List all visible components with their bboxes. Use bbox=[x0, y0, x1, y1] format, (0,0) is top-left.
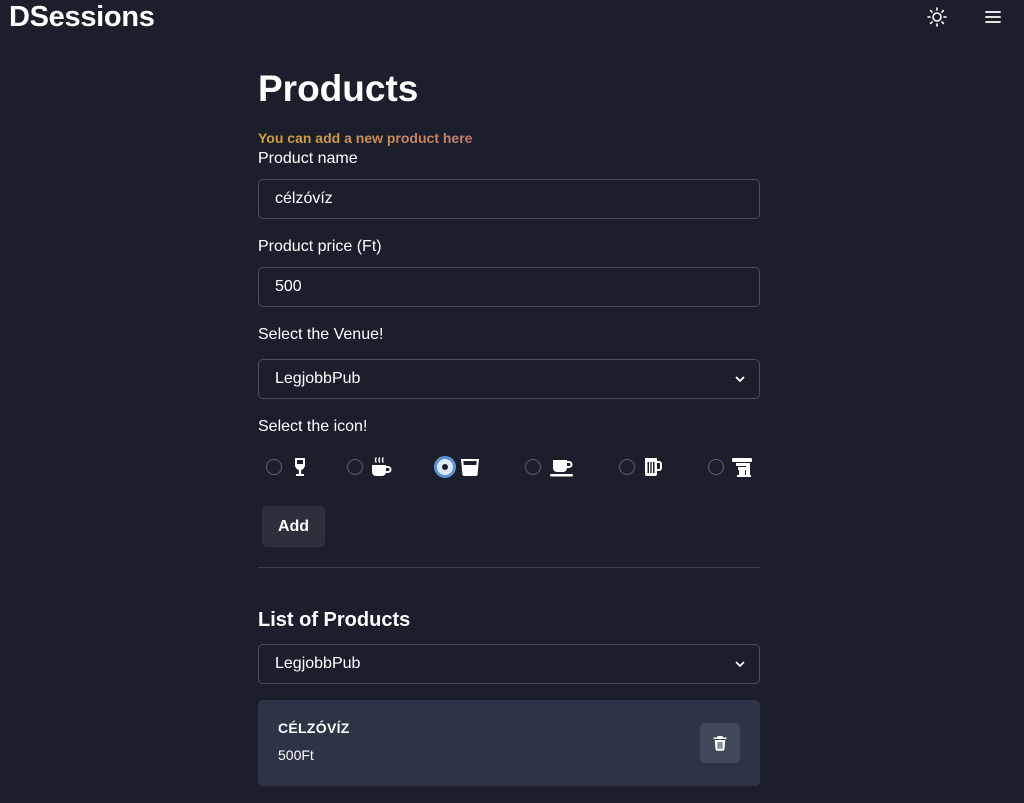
product-price-label: Product price (Ft) bbox=[258, 238, 382, 255]
page-subtitle: You can add a new product here bbox=[258, 130, 473, 146]
add-product-button[interactable]: Add bbox=[262, 506, 325, 547]
product-card-name: célzóvíz bbox=[278, 720, 350, 736]
radio-button[interactable] bbox=[347, 459, 363, 475]
icon-option-wine-glass[interactable] bbox=[266, 452, 306, 482]
product-price-input[interactable] bbox=[258, 267, 760, 307]
icon-radio-group bbox=[258, 452, 760, 482]
hot-mug-icon bbox=[372, 457, 392, 476]
venue-select-value: LegjobbPub bbox=[275, 370, 361, 387]
icon-select-label: Select the icon! bbox=[258, 418, 368, 435]
shot-glass-icon bbox=[461, 459, 479, 476]
radio-button[interactable] bbox=[266, 459, 282, 475]
icon-option-beer-mug[interactable] bbox=[619, 452, 667, 482]
product-card-price: 500Ft bbox=[278, 747, 314, 763]
icon-option-coffee-cup[interactable] bbox=[525, 452, 579, 482]
venue-filter-value: LegjobbPub bbox=[275, 655, 361, 672]
hamburger-menu-icon[interactable] bbox=[982, 6, 1004, 28]
page-title: Products bbox=[258, 68, 419, 109]
top-bar: DSessions bbox=[0, 0, 1024, 34]
beer-mug-icon bbox=[645, 458, 662, 476]
radio-button[interactable] bbox=[525, 459, 541, 475]
section-divider bbox=[258, 567, 760, 568]
espresso-machine-icon bbox=[732, 458, 752, 477]
icon-option-shot-glass[interactable] bbox=[434, 452, 484, 482]
coffee-cup-saucer-icon bbox=[550, 460, 573, 477]
product-list-title: List of Products bbox=[258, 609, 411, 631]
venue-select-label: Select the Venue! bbox=[258, 326, 384, 343]
sun-icon[interactable] bbox=[926, 6, 948, 28]
radio-button-checked[interactable] bbox=[434, 456, 456, 478]
trash-icon bbox=[713, 736, 727, 751]
icon-option-espresso-machine[interactable] bbox=[708, 452, 760, 482]
radio-button[interactable] bbox=[619, 459, 635, 475]
product-name-input[interactable] bbox=[258, 179, 760, 219]
chevron-down-icon bbox=[735, 661, 745, 667]
delete-product-button[interactable] bbox=[700, 723, 740, 763]
icon-option-hot-mug[interactable] bbox=[347, 452, 395, 482]
product-card: célzóvíz 500Ft bbox=[258, 700, 760, 786]
chevron-down-icon bbox=[735, 376, 745, 382]
radio-button[interactable] bbox=[708, 459, 724, 475]
product-name-label: Product name bbox=[258, 150, 358, 167]
venue-select[interactable]: LegjobbPub bbox=[258, 359, 760, 399]
wine-glass-icon bbox=[294, 458, 306, 476]
app-logo[interactable]: DSessions bbox=[9, 0, 155, 34]
venue-filter-select[interactable]: LegjobbPub bbox=[258, 644, 760, 684]
